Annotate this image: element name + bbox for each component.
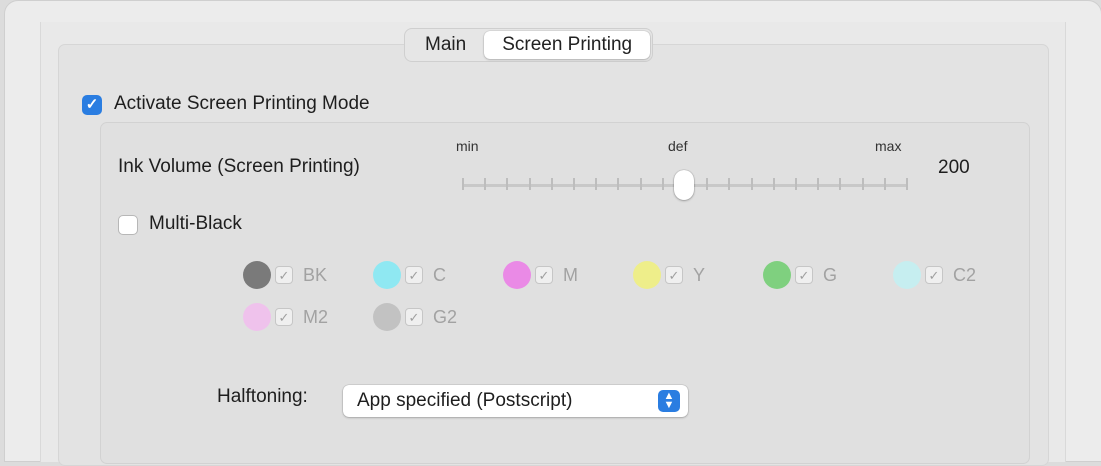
slider-def-label: def xyxy=(668,138,688,154)
slider-tick xyxy=(573,178,575,190)
slider-tick xyxy=(906,178,908,190)
ink-volume-label: Ink Volume (Screen Printing) xyxy=(118,156,360,177)
ink-color-swatch xyxy=(373,303,401,331)
ink-item-g2: ✓ G2 xyxy=(373,302,457,332)
ink-checkbox: ✓ xyxy=(405,308,423,326)
slider-tick xyxy=(883,178,886,190)
slider-tick xyxy=(550,178,553,190)
tab-bar: Main Screen Printing xyxy=(404,28,654,62)
slider-tick xyxy=(617,178,620,190)
ink-name: C xyxy=(433,264,446,285)
ink-checkbox: ✓ xyxy=(275,266,293,284)
slider-tick xyxy=(528,178,531,190)
slider-tick xyxy=(506,178,509,190)
slider-tick xyxy=(595,178,598,190)
ink-color-swatch xyxy=(243,261,271,289)
multi-black-checkbox[interactable] xyxy=(118,215,138,235)
tab-main[interactable]: Main xyxy=(407,31,484,59)
slider-tick xyxy=(772,178,775,190)
tab-screen-printing[interactable]: Screen Printing xyxy=(484,31,651,59)
ink-color-swatch xyxy=(893,261,921,289)
ink-name: G2 xyxy=(433,306,458,327)
slider-tick xyxy=(750,178,753,190)
ink-item-m2: ✓ M2 xyxy=(243,302,328,332)
halftoning-label: Halftoning: xyxy=(217,386,308,407)
slider-tick xyxy=(484,178,487,190)
activate-screen-printing-checkbox[interactable]: ✓ xyxy=(82,95,102,115)
ink-color-swatch xyxy=(503,261,531,289)
ink-item-bk: ✓ BK xyxy=(243,260,327,290)
ink-name: M xyxy=(563,264,578,285)
ink-item-c: ✓ C xyxy=(373,260,446,290)
ink-checkbox: ✓ xyxy=(275,308,293,326)
slider-max-label: max xyxy=(875,138,902,154)
slider-tick xyxy=(817,178,820,190)
ink-checkbox: ✓ xyxy=(665,266,683,284)
ink-name: M2 xyxy=(303,306,329,327)
popup-chevrons-icon: ▲ ▼ xyxy=(658,390,680,412)
ink-item-g: ✓ G xyxy=(763,260,837,290)
ink-item-y: ✓ Y xyxy=(633,260,705,290)
ink-checkbox: ✓ xyxy=(535,266,553,284)
ink-item-m: ✓ M xyxy=(503,260,578,290)
ink-color-swatch xyxy=(373,261,401,289)
ink-name: BK xyxy=(303,264,328,285)
slider-tick xyxy=(728,178,731,190)
slider-tick xyxy=(462,178,464,190)
ink-volume-slider-thumb[interactable] xyxy=(674,170,694,200)
slider-tick xyxy=(661,178,664,190)
slider-tick xyxy=(861,178,864,190)
ink-item-c2: ✓ C2 xyxy=(893,260,976,290)
ink-volume-value: 200 xyxy=(938,157,970,178)
halftoning-popup[interactable]: App specified (Postscript) ▲ ▼ xyxy=(343,385,688,417)
halftoning-value: App specified (Postscript) xyxy=(357,390,573,411)
multi-black-label: Multi-Black xyxy=(149,213,242,234)
slider-tick xyxy=(639,178,642,190)
ink-color-swatch xyxy=(763,261,791,289)
ink-name: G xyxy=(823,264,838,285)
ink-checkbox: ✓ xyxy=(795,266,813,284)
slider-tick xyxy=(706,178,709,190)
ink-checkbox: ✓ xyxy=(925,266,943,284)
ink-name: C2 xyxy=(953,264,977,285)
activate-screen-printing-label: Activate Screen Printing Mode xyxy=(114,93,370,114)
slider-min-label: min xyxy=(456,138,479,154)
ink-color-swatch xyxy=(243,303,271,331)
ink-name: Y xyxy=(693,264,706,285)
ink-color-swatch xyxy=(633,261,661,289)
slider-tick xyxy=(839,178,842,190)
ink-checkbox: ✓ xyxy=(405,266,423,284)
slider-tick xyxy=(795,178,797,190)
